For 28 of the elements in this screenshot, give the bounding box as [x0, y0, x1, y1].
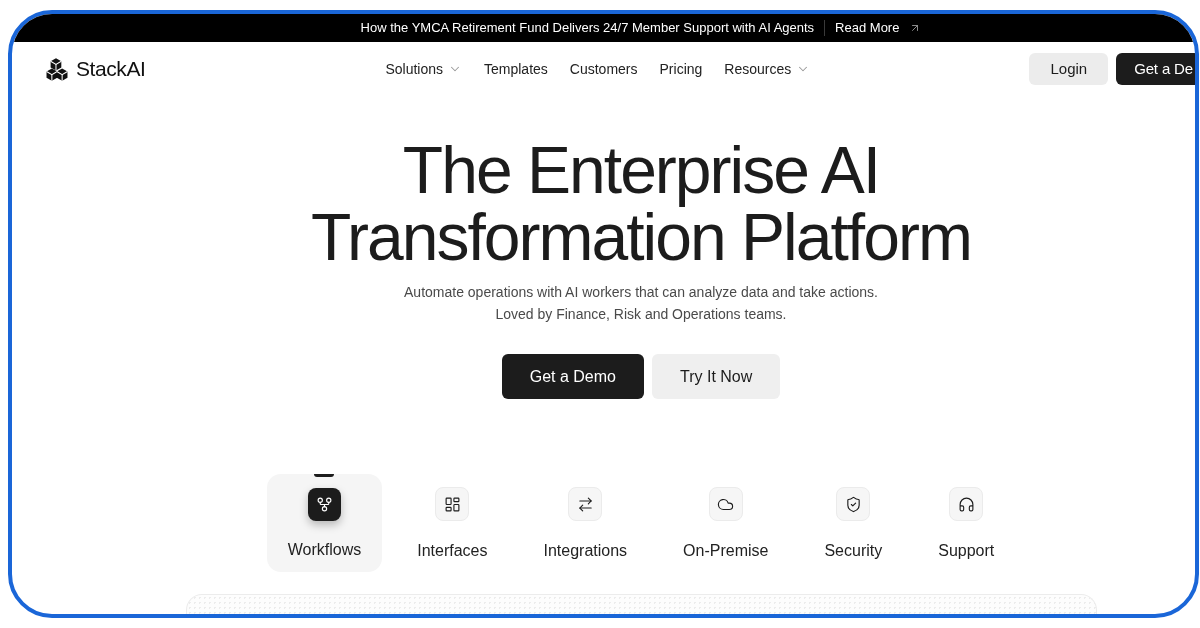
- demo-button[interactable]: Get a Demo: [501, 354, 644, 399]
- feature-tab[interactable]: Security: [803, 474, 904, 572]
- nav-link[interactable]: Solutions: [385, 58, 462, 80]
- hero-subtitle: Automate operations with AI workers that can analyze data and take actions. Loved by Finance, Risk and Operations teams.: [404, 283, 878, 324]
- feature-tab[interactable]: Integrations: [522, 474, 649, 572]
- cloud-icon: [708, 487, 743, 521]
- nav-link[interactable]: Pricing: [659, 58, 703, 80]
- feature-tab[interactable]: Support: [917, 474, 1016, 572]
- headphones-icon: [949, 487, 984, 521]
- brand-name: StackAI: [76, 56, 146, 83]
- active-indicator: [314, 474, 335, 477]
- get-demo-button[interactable]: Get a De: [1116, 53, 1195, 85]
- login-button[interactable]: Login: [1029, 53, 1109, 85]
- shield-check-icon: [836, 487, 871, 521]
- feature-tab[interactable]: On-Premise: [662, 474, 790, 572]
- nav-link[interactable]: Customers: [569, 58, 638, 80]
- branch-icon: [307, 488, 341, 521]
- hero-title: The Enterprise AI Transformation Platform: [311, 137, 971, 271]
- try-button[interactable]: Try It Now: [652, 354, 781, 399]
- layout-grid-icon: [435, 487, 470, 521]
- feature-tab[interactable]: Interfaces: [396, 474, 509, 572]
- nav-link[interactable]: Templates: [484, 58, 548, 80]
- cubes-logo-icon: [46, 57, 68, 81]
- nav-link[interactable]: Resources: [724, 58, 811, 80]
- read-more-link[interactable]: Read More: [835, 18, 922, 38]
- feature-tab[interactable]: Workflows: [266, 474, 383, 572]
- announcement-text: How the YMCA Retirement Fund Delivers 24/7 Member Support with AI Agents: [360, 19, 815, 38]
- swap-arrows-icon: [568, 487, 603, 521]
